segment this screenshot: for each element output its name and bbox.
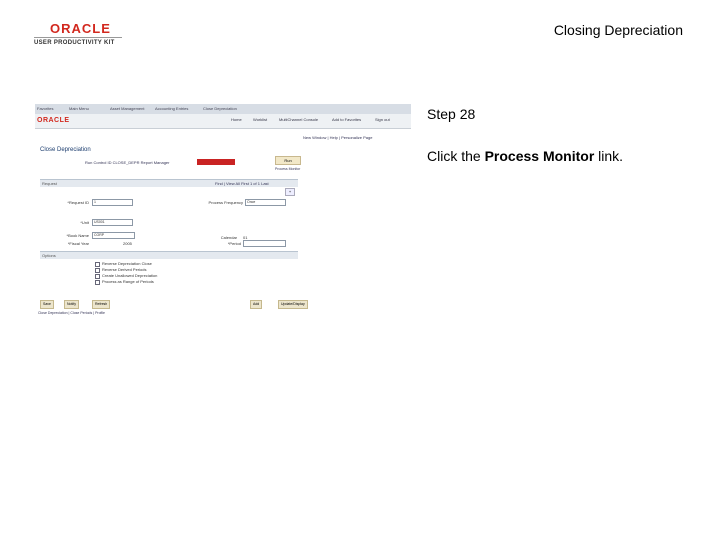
period-label: *Period (227, 241, 241, 246)
update-display-button[interactable]: Update/Display (278, 300, 308, 309)
option-label-2: Reverse Derived Periods (102, 267, 147, 272)
notify-button[interactable]: Notify (64, 300, 79, 309)
link-worklist[interactable]: Worklist (253, 117, 267, 122)
process-monitor-link[interactable]: Process Monitor (275, 167, 300, 171)
book-name-label: *Book Name (66, 233, 89, 238)
add-row-button[interactable]: + (285, 188, 295, 196)
menu-accounting-entries[interactable]: Accounting Entries (155, 106, 188, 111)
util-links[interactable]: New Window | Help | Personalize Page (303, 135, 372, 140)
grid-nav[interactable]: Find | View All First 1 of 1 Last (215, 181, 269, 186)
brand-logo: ORACLE (37, 117, 70, 124)
oracle-upk-logo: ORACLE USER PRODUCTIVITY KIT (34, 21, 124, 47)
run-button[interactable]: Run (275, 156, 301, 165)
logo-oracle-text: ORACLE (50, 21, 111, 36)
option-checkbox-2[interactable] (95, 268, 100, 273)
report-manager-highlight[interactable] (197, 159, 235, 165)
add-button[interactable]: Add (250, 300, 263, 309)
request-region-label: Request (42, 181, 57, 186)
menu-favorites[interactable]: Favorites (37, 106, 53, 111)
brand-header: ORACLE Home Worklist MultiChannel Consol… (35, 114, 411, 129)
logo-divider (34, 37, 122, 38)
fiscal-year-label: *Fiscal Year (67, 241, 89, 246)
option-label-3: Create Unallowed Depreciation (102, 273, 158, 278)
menu-close-depreciation[interactable]: Close Depreciation (203, 106, 237, 111)
link-favorites[interactable]: Add to Favorites (332, 117, 361, 122)
request-id-label: *Request ID (67, 200, 89, 205)
process-frequency-label: Process Frequency (208, 200, 243, 205)
period-select[interactable] (243, 240, 286, 247)
link-sign-out[interactable]: Sign out (375, 117, 390, 122)
unit-label: *Unit (80, 220, 89, 225)
calendar-label: Calendar (220, 235, 237, 240)
options-region-header: Options (40, 251, 298, 259)
link-multichannel[interactable]: MultiChannel Console (279, 117, 318, 122)
page-title: Closing Depreciation (553, 22, 683, 38)
instruction-target: Process Monitor (484, 148, 595, 164)
step-instruction: Click the Process Monitor link. (427, 148, 623, 164)
instruction-prefix: Click the (427, 148, 485, 164)
unit-field[interactable]: US001 (92, 219, 133, 226)
menu-bar: Favorites Main Menu Asset Management Acc… (35, 104, 411, 114)
footer-links[interactable]: Close Depreciation | Close Periods | Pro… (38, 311, 105, 315)
request-id-field[interactable]: 1 (92, 199, 133, 206)
save-button[interactable]: Save (40, 300, 54, 309)
step-number: Step 28 (427, 106, 476, 122)
action-toolbar: Save Notify Refresh Add Update/Display (40, 300, 320, 309)
option-label-1: Reverse Depreciation Close (102, 261, 152, 266)
option-checkbox-3[interactable] (95, 274, 100, 279)
book-name-select[interactable]: CORP (92, 232, 135, 239)
instruction-suffix: link. (594, 148, 624, 164)
run-control-line: Run Control ID CLOSE_DEPR Report Manager (85, 160, 170, 165)
process-frequency-select[interactable]: Once (245, 199, 286, 206)
menu-main[interactable]: Main Menu (69, 106, 89, 111)
refresh-button[interactable]: Refresh (92, 300, 111, 309)
options-region-label: Options (42, 253, 56, 258)
option-checkbox-1[interactable] (95, 262, 100, 267)
component-title: Close Depreciation (40, 147, 91, 153)
fiscal-year-value: 2005 (123, 241, 132, 246)
link-home[interactable]: Home (231, 117, 242, 122)
logo-product-text: USER PRODUCTIVITY KIT (34, 40, 115, 46)
embedded-screenshot: Favorites Main Menu Asset Management Acc… (35, 104, 411, 320)
menu-asset-management[interactable]: Asset Management (110, 106, 144, 111)
option-label-4: Process as Range of Periods (102, 279, 154, 284)
option-checkbox-4[interactable] (95, 280, 100, 285)
